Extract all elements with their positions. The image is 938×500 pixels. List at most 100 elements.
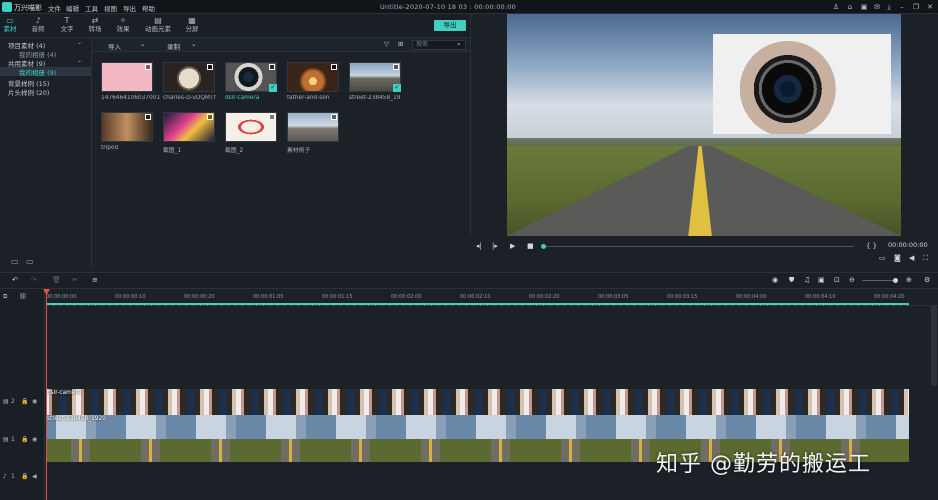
- next-frame-icon[interactable]: |▸: [492, 242, 498, 250]
- panel-divider: [470, 14, 471, 272]
- lock-icon[interactable]: 🔒: [21, 436, 28, 443]
- ruler-tick: 00:00:02:00: [391, 294, 422, 300]
- eye-icon[interactable]: ◉: [32, 436, 37, 443]
- lock-icon[interactable]: 🔒: [21, 398, 28, 405]
- link-icon[interactable]: ⛓: [19, 293, 27, 300]
- zoom-handle[interactable]: [893, 278, 898, 283]
- minimize-icon[interactable]: –: [898, 3, 906, 11]
- chevron-down-icon[interactable]: ⌄: [77, 39, 82, 46]
- ruler-tick: 00:00:03:15: [667, 294, 698, 300]
- menu-edit[interactable]: 编辑: [66, 3, 79, 13]
- progress-bar[interactable]: [546, 246, 854, 247]
- tab-audio[interactable]: ♪ 音频: [22, 16, 54, 36]
- fullscreen-icon[interactable]: ⛶: [923, 254, 928, 263]
- sidebar-item-my-album-shared[interactable]: 我的相册 (9): [0, 67, 91, 77]
- close-icon[interactable]: ✕: [926, 3, 934, 11]
- snapshot-icon[interactable]: ◙: [894, 254, 901, 262]
- media-label-7: 截图_1: [163, 148, 182, 154]
- chevron-down-icon[interactable]: ⌄: [77, 57, 82, 64]
- split-screen-icon: ▦: [188, 16, 196, 25]
- playhead[interactable]: [46, 289, 47, 500]
- fit-timeline-icon[interactable]: ⊡: [834, 276, 840, 284]
- volume-icon[interactable]: ◀: [909, 254, 914, 262]
- store-icon[interactable]: ⌂: [846, 3, 854, 11]
- gift-icon[interactable]: ▣: [860, 3, 868, 11]
- menu-tools[interactable]: 工具: [85, 3, 98, 13]
- check-icon: ✓: [269, 84, 277, 92]
- menu-export[interactable]: 导出: [123, 3, 136, 13]
- stop-icon[interactable]: ■: [527, 242, 534, 250]
- record-dropdown[interactable]: 录制: [167, 41, 180, 51]
- sidebar-item-intro-samples[interactable]: 片头样例 (20): [8, 87, 49, 97]
- volume-icon[interactable]: ◀: [32, 473, 37, 480]
- folder-icon[interactable]: ▭: [26, 257, 34, 266]
- media-type-icon: [393, 64, 399, 70]
- ruler-tick: 00:00:00:00: [46, 294, 77, 300]
- mark-in-out-icon[interactable]: { }: [866, 242, 877, 250]
- voiceover-icon[interactable]: ▣: [818, 276, 825, 284]
- elements-icon: ▤: [154, 16, 162, 25]
- media-label-5: street-238458_19: [349, 95, 401, 101]
- clip-filmstrip: [46, 389, 909, 415]
- ruler-minor-ticks: [46, 305, 909, 306]
- marker-icon[interactable]: ⛊: [789, 276, 794, 285]
- audio-adjust-icon[interactable]: ≡: [92, 276, 98, 284]
- ruler-tick: 00:00:02:10: [460, 294, 491, 300]
- maximize-icon[interactable]: ❐: [912, 3, 920, 11]
- timeline-clip-camera[interactable]: dslr-camera: [46, 389, 909, 415]
- redo-icon[interactable]: ↷: [31, 276, 37, 284]
- audio-track-number: 1: [11, 473, 15, 480]
- menu-view[interactable]: 视图: [104, 3, 117, 13]
- media-type-icon: [207, 64, 213, 70]
- camera-overlay[interactable]: [713, 34, 891, 134]
- notification-icon[interactable]: ✉: [873, 3, 881, 11]
- music-icon: ♪: [35, 16, 41, 25]
- search-icon[interactable]: ⌕: [457, 40, 461, 49]
- delete-icon[interactable]: 🗑: [52, 276, 61, 284]
- chevron-down-icon[interactable]: ⌄: [140, 40, 145, 48]
- import-dropdown[interactable]: 导入: [108, 41, 121, 51]
- ruler-tick: 00:00:03:05: [598, 294, 629, 300]
- watermark: 知乎 @勤劳的搬运工: [656, 452, 871, 477]
- add-folder-icon[interactable]: ▭: [11, 257, 19, 266]
- video-preview: [507, 14, 901, 236]
- add-track-icon[interactable]: ⧉: [3, 293, 7, 301]
- media-type-icon: [207, 114, 213, 120]
- tab-effects[interactable]: ✧ 效果: [107, 16, 139, 36]
- zoom-out-icon[interactable]: ⊖: [849, 276, 855, 284]
- clip-filmstrip-sky: [46, 415, 909, 439]
- ruler-tick: 00:00:04:10: [805, 294, 836, 300]
- track-2-number: 2: [11, 398, 15, 405]
- media-type-icon: [145, 114, 151, 120]
- ruler-tick: 00:00:01:15: [322, 294, 353, 300]
- zoom-in-icon[interactable]: ⊕: [906, 276, 912, 284]
- undo-icon[interactable]: ↶: [12, 276, 18, 284]
- settings-icon[interactable]: ⚙: [924, 276, 930, 284]
- timeline-scrollbar[interactable]: [931, 306, 937, 386]
- track-header-column: [0, 289, 45, 500]
- chevron-down-icon[interactable]: ⌄: [191, 40, 196, 48]
- clip-label: dslr-camera: [47, 390, 82, 396]
- tab-split-screen[interactable]: ▦ 分屏: [176, 16, 208, 36]
- render-preview-icon[interactable]: ▭: [879, 254, 886, 262]
- render-icon[interactable]: ◉: [772, 276, 778, 284]
- menu-file[interactable]: 文件: [48, 3, 61, 13]
- play-icon[interactable]: ▶: [510, 242, 515, 250]
- app-name: 万兴喵影: [14, 4, 42, 12]
- effects-icon: ✧: [119, 16, 127, 25]
- menu-help[interactable]: 帮助: [142, 3, 155, 13]
- media-type-icon: [145, 64, 151, 70]
- media-label-3: dslr-camera: [225, 95, 260, 101]
- app-logo-icon: [2, 2, 12, 12]
- tab-elements[interactable]: ▤ 动画元素: [142, 16, 174, 36]
- download-icon[interactable]: ⤓: [885, 3, 893, 11]
- eye-icon[interactable]: ◉: [32, 398, 37, 405]
- prev-frame-icon[interactable]: ◂|: [476, 242, 482, 250]
- account-icon[interactable]: ♙: [832, 3, 840, 11]
- grid-view-icon[interactable]: ⊞: [398, 40, 403, 48]
- cut-icon[interactable]: ✂: [72, 276, 78, 284]
- filter-icon[interactable]: ▽: [384, 40, 389, 48]
- export-button[interactable]: 导出: [434, 20, 466, 31]
- lock-icon[interactable]: 🔒: [21, 473, 28, 480]
- microphone-icon[interactable]: ♫: [804, 276, 810, 284]
